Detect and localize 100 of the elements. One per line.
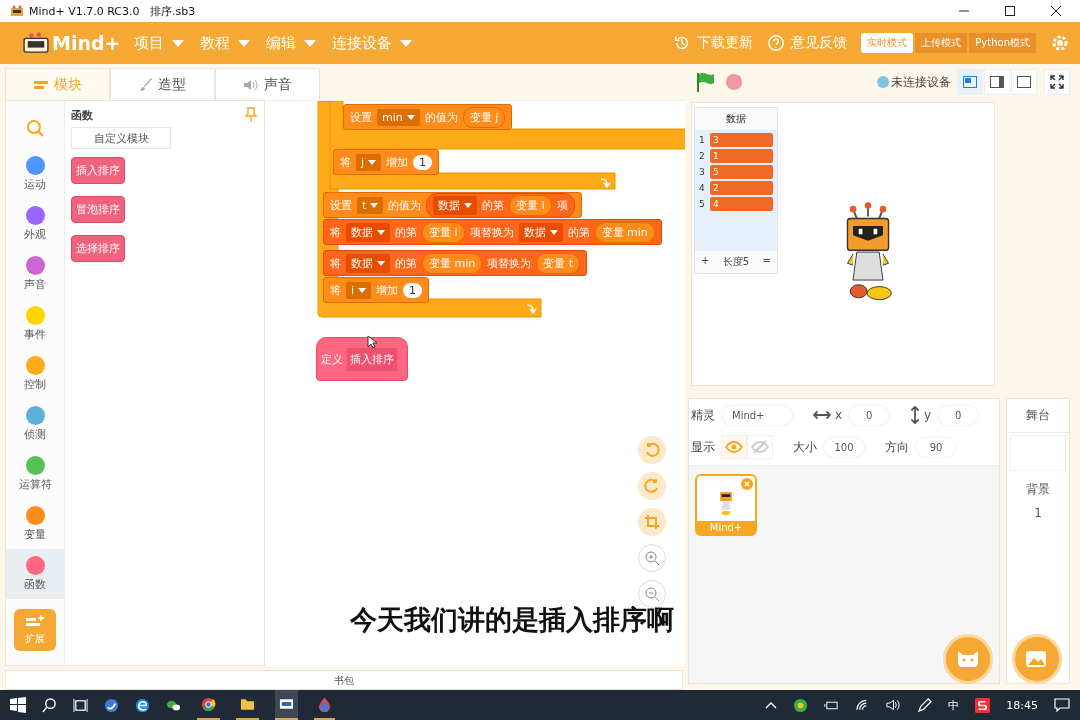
category-item[interactable]: 运算符: [6, 449, 64, 499]
custom-block[interactable]: 冒泡排序: [71, 196, 125, 223]
category-item[interactable]: 变量: [6, 499, 64, 549]
variable-reporter[interactable]: 变量 j: [462, 106, 506, 128]
backpack-bar[interactable]: 书包: [5, 670, 683, 690]
editor-tab[interactable]: 声音: [215, 68, 320, 100]
custom-block[interactable]: 插入排序: [71, 157, 125, 184]
extension-button[interactable]: 扩展: [14, 609, 56, 651]
stage-size-button[interactable]: [984, 69, 1010, 95]
code-block[interactable]: 将 i 增加 1: [323, 277, 430, 303]
close-icon[interactable]: [1050, 5, 1062, 17]
wide-stage-icon: [1017, 76, 1031, 88]
block-dropdown[interactable]: i: [346, 281, 372, 299]
loop-block[interactable]: [329, 101, 685, 190]
category-item[interactable]: 外观: [6, 199, 64, 249]
redo-icon: [644, 478, 660, 494]
pen-icon[interactable]: [917, 697, 933, 713]
category-item[interactable]: 侦测: [6, 399, 64, 449]
make-block-button[interactable]: 自定义模块: [71, 127, 171, 149]
variable-reporter[interactable]: 变量 t: [536, 252, 581, 274]
variable-reporter[interactable]: 变量 i: [509, 194, 552, 216]
mouse-cursor-icon: [367, 335, 377, 349]
mode-tab[interactable]: 上传模式: [915, 33, 968, 53]
battery-icon[interactable]: [824, 699, 840, 711]
code-block[interactable]: 将 数据 的第 变量 min 项替换为 变量 t: [323, 250, 588, 276]
list-item-reporter[interactable]: 数据 的第 变量 i 项: [426, 192, 575, 218]
search-icon[interactable]: [42, 697, 57, 713]
category-item[interactable]: 函数: [6, 549, 64, 599]
block-label: 的第: [395, 224, 417, 240]
clock-time[interactable]: 18:45: [1006, 698, 1038, 712]
flag-icon[interactable]: [695, 71, 715, 93]
variable-reporter[interactable]: 变量 i: [422, 221, 465, 243]
zoom-out-icon: [644, 586, 660, 602]
brush-icon: [139, 77, 153, 92]
block-dropdown[interactable]: 数据: [433, 195, 478, 215]
resize-handle[interactable]: =: [762, 255, 771, 269]
tray-app-icon[interactable]: [793, 697, 809, 713]
vertical-arrow-icon: [910, 406, 921, 424]
block-dropdown[interactable]: t: [357, 196, 384, 214]
direction-label: 方向: [885, 438, 909, 456]
define-block[interactable]: 定义 插入排序: [316, 337, 408, 381]
category-item[interactable]: 声音: [6, 249, 64, 299]
block-dropdown[interactable]: 数据: [346, 253, 390, 273]
volume-icon[interactable]: [886, 698, 902, 712]
block-label: 将: [330, 224, 341, 240]
menu-item[interactable]: 编辑: [266, 33, 317, 53]
variable-reporter[interactable]: 变量 min: [422, 252, 483, 274]
block-dropdown[interactable]: 数据: [346, 222, 390, 242]
menu-item[interactable]: 项目: [134, 33, 185, 53]
block-label: 设置: [330, 197, 352, 213]
windows-start-icon[interactable]: [10, 697, 26, 713]
block-label: 项替换为: [469, 224, 514, 240]
maximize-icon[interactable]: [1004, 5, 1016, 17]
block-dropdown[interactable]: 数据: [518, 222, 563, 242]
custom-block[interactable]: 选择排序: [71, 235, 125, 262]
category-item[interactable]: 事件: [6, 299, 64, 349]
stage-size-button[interactable]: [957, 69, 983, 95]
notification-icon[interactable]: [1054, 698, 1070, 712]
list-index: 1: [699, 135, 705, 145]
code-block[interactable]: 设置 t 的值为 数据 的第 变量 i 项: [323, 192, 582, 218]
category-item[interactable]: 控制: [6, 349, 64, 399]
feedback-button[interactable]: 意见反馈: [767, 34, 848, 52]
stage-size-button[interactable]: [1011, 69, 1037, 95]
editor-tab[interactable]: 造型: [110, 68, 215, 100]
fullscreen-button[interactable]: [1044, 69, 1070, 95]
menu-item[interactable]: 教程: [200, 33, 251, 53]
task-view-icon[interactable]: [73, 697, 88, 713]
code-block[interactable]: 将 数据 的第 变量 i 项替换为 数据 的第 变量 min: [323, 219, 662, 245]
picture-icon: [1025, 649, 1049, 669]
block-dropdown[interactable]: j: [356, 153, 382, 171]
block-label: 的第: [482, 197, 505, 213]
window-title: Mind+ V1.7.0 RC3.0 排序.sb3: [29, 3, 196, 19]
mode-tab[interactable]: Python模式: [969, 33, 1036, 53]
add-item-button[interactable]: +: [701, 255, 710, 269]
code-block[interactable]: 将 j 增加 1: [333, 149, 440, 175]
mind-plus-taskbar-icon[interactable]: [275, 690, 298, 720]
download-update-button[interactable]: 下载更新: [673, 34, 754, 52]
category-item[interactable]: 运动: [6, 149, 64, 199]
variable-reporter[interactable]: 变量 min: [594, 221, 655, 243]
size-label: 大小: [793, 438, 817, 456]
input-method-s-icon[interactable]: [975, 697, 991, 713]
edge-browser-icon[interactable]: [135, 697, 150, 713]
list-index: 3: [699, 167, 705, 177]
code-block[interactable]: 设置 min 的值为 变量 j: [343, 104, 513, 130]
backdrop-label: 背景: [1026, 481, 1050, 498]
number-input[interactable]: 1: [413, 154, 433, 170]
browser-icon[interactable]: [104, 697, 119, 713]
block-dropdown[interactable]: min: [377, 108, 420, 126]
chevron-up-icon[interactable]: [765, 701, 778, 709]
number-input[interactable]: 1: [403, 282, 423, 298]
menu-item[interactable]: 连接设备: [332, 33, 413, 53]
device-status: 未连接设备: [891, 73, 951, 91]
video-subtitle: 今天我们讲的是插入排序啊: [350, 603, 674, 637]
sprite-tile[interactable]: Mind+: [695, 474, 757, 536]
block-label: 的第: [395, 255, 417, 271]
mode-tab[interactable]: 实时模式: [861, 33, 914, 53]
help-icon: [767, 34, 786, 52]
block-label: 将: [330, 282, 341, 298]
input-method-indicator[interactable]: 中: [948, 697, 960, 713]
editor-tab[interactable]: 模块: [5, 68, 110, 100]
